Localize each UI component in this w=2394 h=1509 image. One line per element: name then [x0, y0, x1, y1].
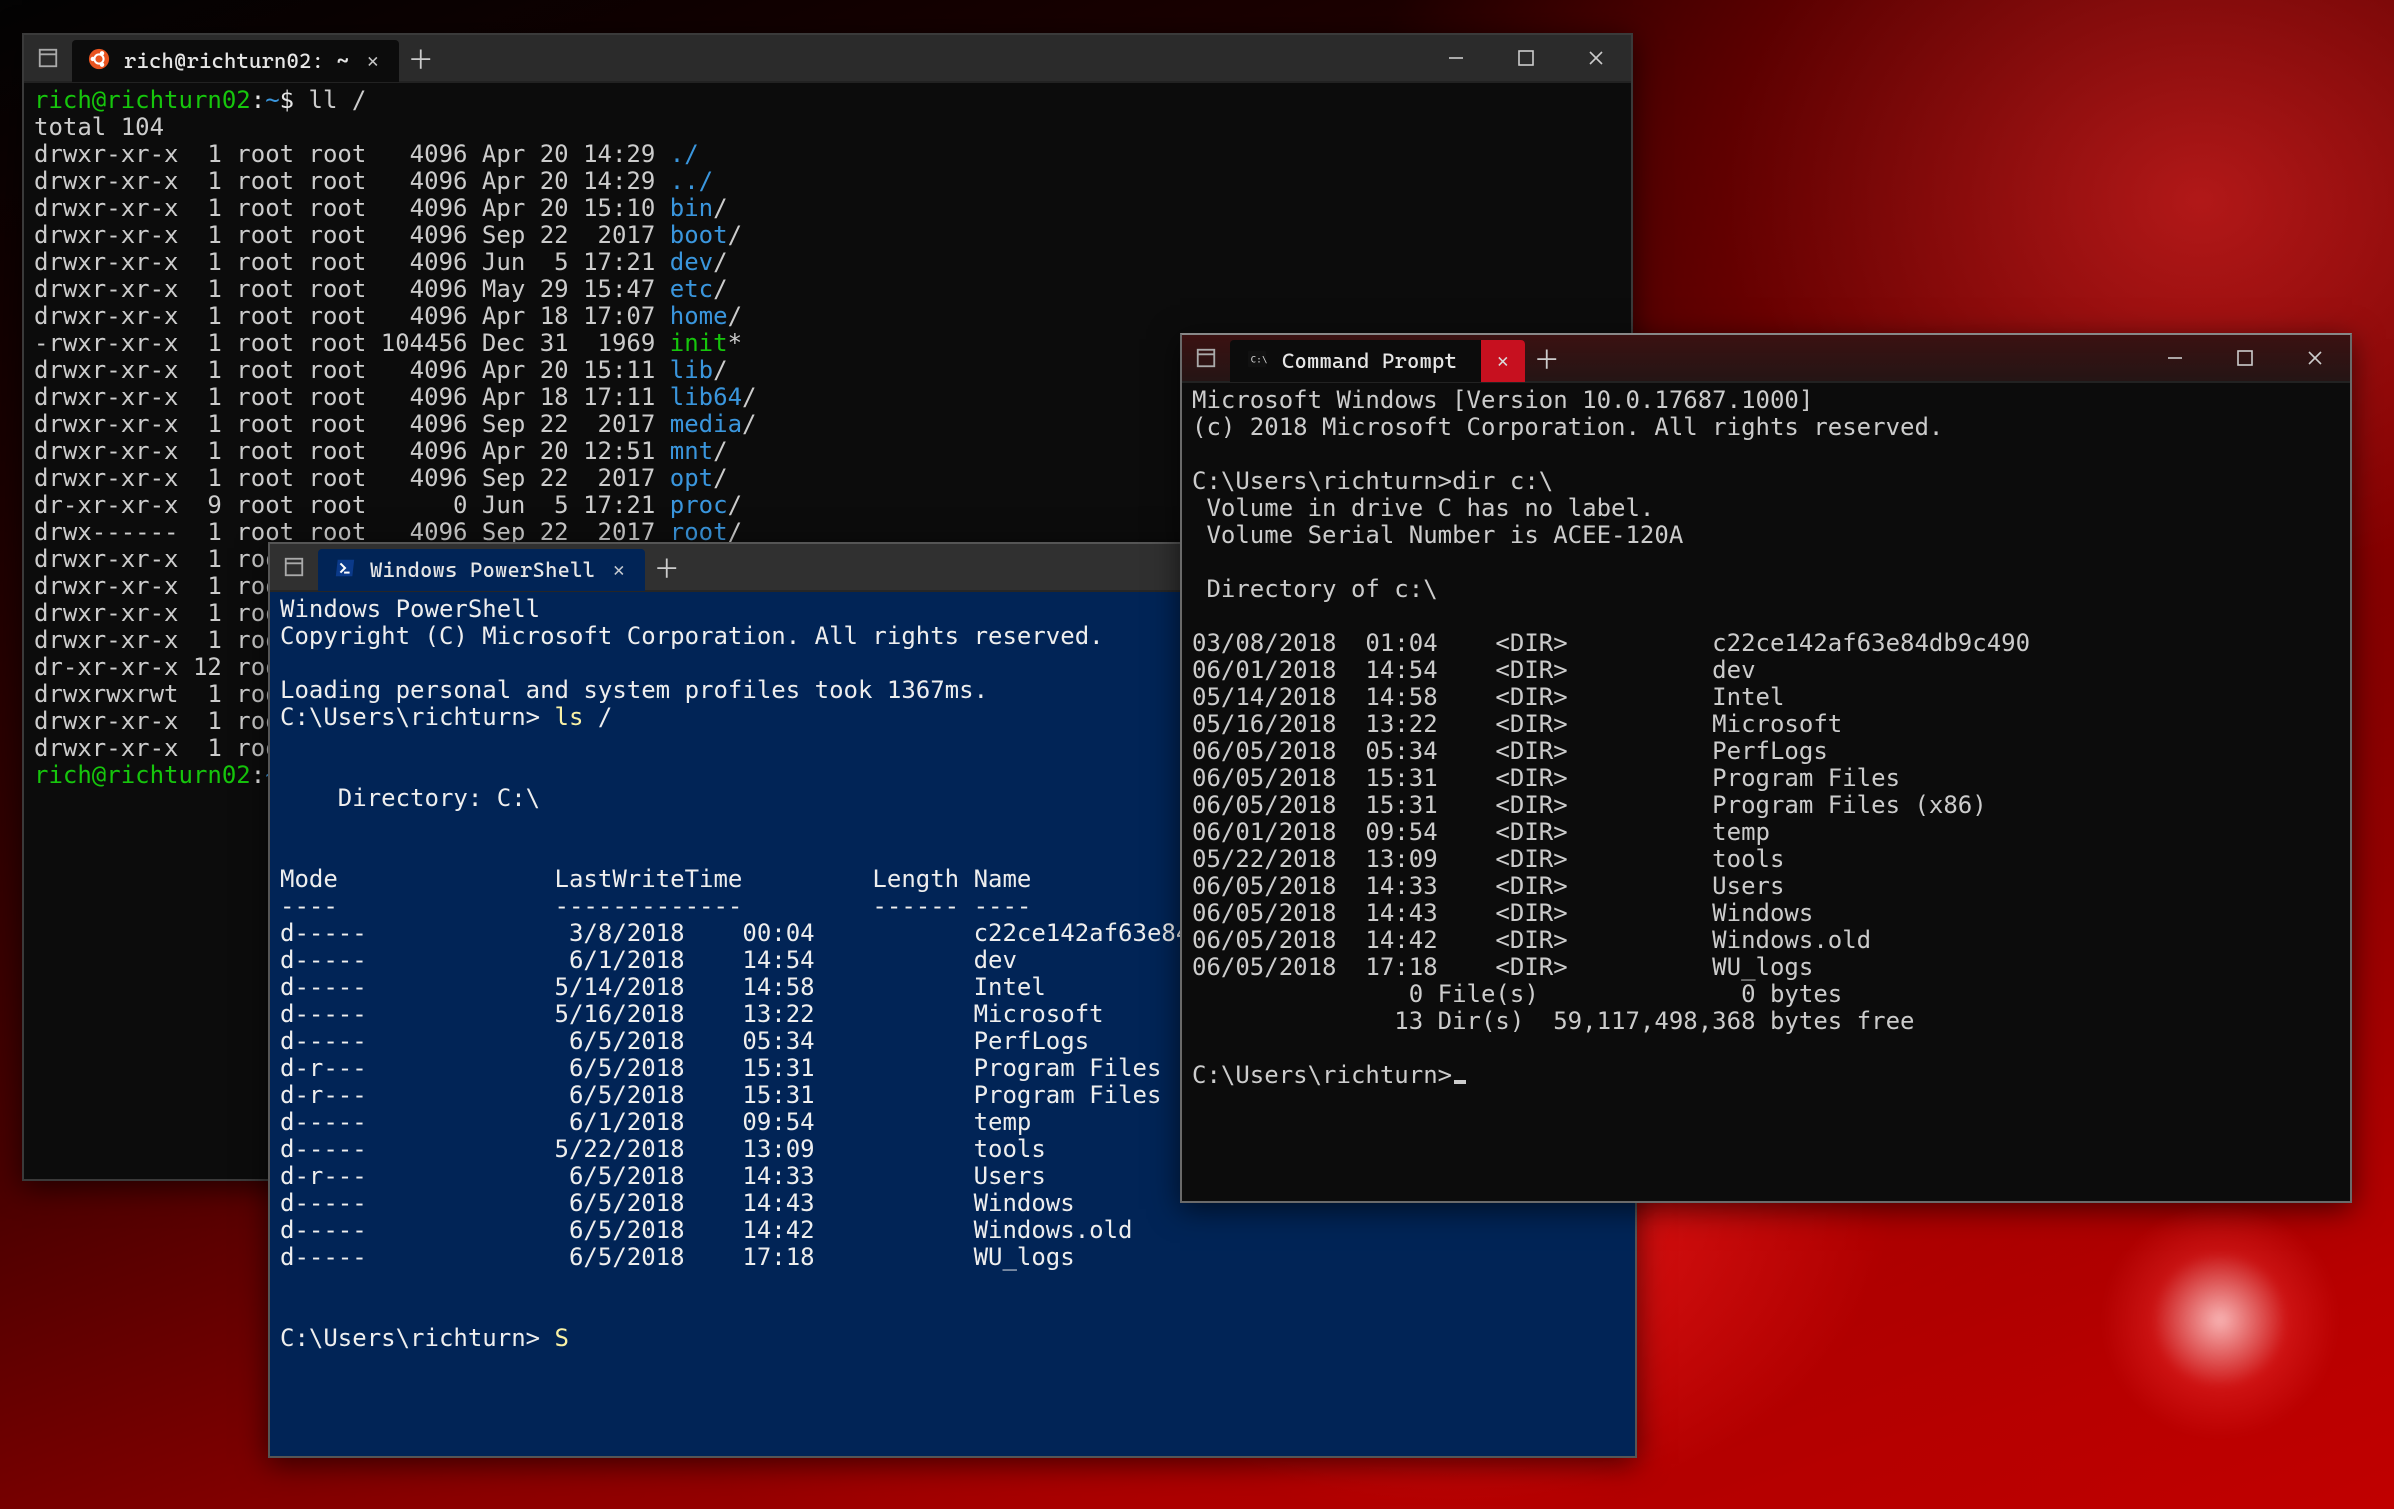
svg-text:C:\: C:\	[1251, 354, 1268, 365]
window-menu-icon	[1195, 347, 1217, 369]
window-menu-icon	[283, 556, 305, 578]
window-menu-icon	[37, 47, 59, 69]
new-tab-button[interactable]: ＋	[399, 40, 443, 77]
ubuntu-icon	[88, 48, 110, 75]
titlebar[interactable]: rich@richturn02: ~ ✕ ＋	[24, 35, 1631, 83]
maximize-button[interactable]	[2210, 335, 2280, 381]
maximize-button[interactable]	[1491, 35, 1561, 81]
titlebar[interactable]: C:\ Command Prompt ✕ ＋	[1182, 335, 2350, 383]
window-icon	[24, 47, 72, 69]
tab-close-button[interactable]: ✕	[609, 559, 629, 581]
tab-title: Command Prompt	[1282, 349, 1457, 373]
tab-title: Windows PowerShell	[370, 558, 595, 582]
terminal-body[interactable]: Microsoft Windows [Version 10.0.17687.10…	[1182, 383, 2350, 1201]
window-icon	[270, 556, 318, 578]
lens-flare	[2100, 1200, 2340, 1440]
close-button[interactable]	[1561, 35, 1631, 81]
tab-title: rich@richturn02: ~	[124, 49, 349, 73]
terminal-output: Microsoft Windows [Version 10.0.17687.10…	[1192, 387, 2340, 1089]
powershell-icon	[334, 557, 356, 584]
tab-active[interactable]: Windows PowerShell ✕	[318, 549, 645, 591]
window-icon	[1182, 347, 1230, 369]
tab-active[interactable]: C:\ Command Prompt ✕	[1230, 340, 1525, 382]
close-button[interactable]	[2280, 335, 2350, 381]
new-tab-button[interactable]: ＋	[645, 549, 689, 586]
minimize-button[interactable]	[2140, 335, 2210, 381]
tab-close-button[interactable]: ✕	[1481, 340, 1525, 382]
minimize-button[interactable]	[1421, 35, 1491, 81]
tab-active[interactable]: rich@richturn02: ~ ✕	[72, 40, 399, 82]
new-tab-button[interactable]: ＋	[1525, 340, 1569, 377]
cmd-icon: C:\	[1246, 348, 1268, 375]
tab-close-button[interactable]: ✕	[363, 50, 383, 72]
terminal-window-cmd[interactable]: C:\ Command Prompt ✕ ＋ Microsoft Windows…	[1180, 333, 2352, 1203]
